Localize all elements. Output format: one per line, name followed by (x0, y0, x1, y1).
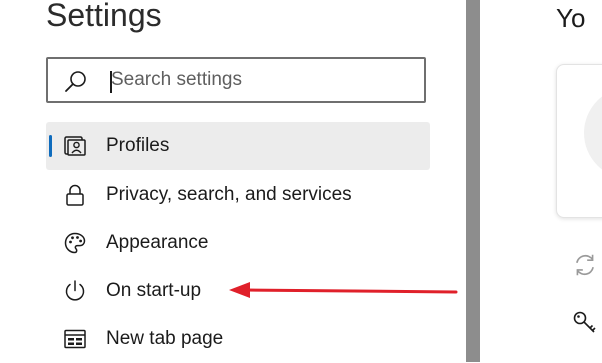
search-input[interactable] (110, 59, 411, 101)
sidebar-item-label: On start-up (106, 280, 202, 301)
avatar (584, 87, 602, 179)
sidebar-item-label: New tab page (106, 328, 224, 349)
sidebar-item-on-start-up[interactable]: On start-up (46, 267, 430, 315)
sidebar-item-label: Appearance (106, 232, 209, 253)
sidebar-item-appearance[interactable]: Appearance (46, 219, 430, 267)
sync-icon (576, 254, 594, 276)
sidebar-item-new-tab-page[interactable]: New tab page (46, 315, 430, 363)
profile-icon (64, 136, 86, 156)
page-title: Settings (46, 0, 162, 33)
settings-sidebar: Settings Profiles Privacy, search, and s… (0, 0, 466, 362)
main-content: Yo (480, 0, 602, 362)
search-icon (65, 71, 86, 92)
key-icon (573, 311, 596, 333)
active-indicator (49, 135, 52, 157)
search-box[interactable] (46, 57, 426, 103)
lock-icon (66, 184, 84, 206)
sidebar-item-label: Profiles (106, 135, 170, 156)
sidebar-item-profiles[interactable]: Profiles (46, 122, 430, 170)
main-title: Yo (556, 3, 586, 33)
profile-card[interactable] (556, 64, 602, 218)
new-tab-icon (64, 329, 86, 349)
sidebar-item-privacy[interactable]: Privacy, search, and services (46, 171, 430, 219)
sidebar-item-label: Privacy, search, and services (106, 184, 352, 205)
palette-icon (64, 232, 86, 254)
pane-divider[interactable] (466, 0, 480, 362)
power-icon (65, 280, 85, 301)
